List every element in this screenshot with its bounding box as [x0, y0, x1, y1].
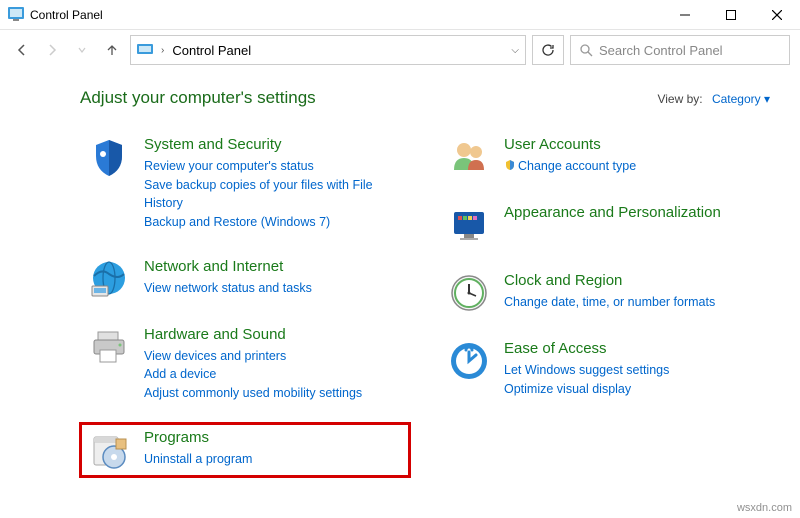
page-header: Adjust your computer's settings View by:…	[80, 88, 770, 108]
category-title[interactable]: Appearance and Personalization	[504, 204, 721, 223]
category-title[interactable]: Clock and Region	[504, 272, 715, 291]
close-button[interactable]	[754, 0, 800, 30]
category-item: Appearance and Personalization	[440, 198, 770, 252]
category-link[interactable]: View network status and tasks	[144, 279, 312, 298]
programs-icon	[88, 429, 130, 471]
chevron-down-icon[interactable]: ⌵	[511, 45, 519, 56]
appearance-icon	[448, 204, 490, 246]
maximize-button[interactable]	[708, 0, 754, 30]
clock-icon	[448, 272, 490, 314]
control-panel-small-icon	[137, 42, 153, 58]
category-link[interactable]: View devices and printers	[144, 347, 362, 366]
category-text: Appearance and Personalization	[504, 204, 721, 246]
category-title[interactable]: Ease of Access	[504, 340, 669, 359]
category-title[interactable]: Hardware and Sound	[144, 326, 362, 345]
category-text: Network and Internet View network status …	[144, 258, 312, 300]
category-link[interactable]: Review your computer's status	[144, 157, 402, 176]
toolbar: › Control Panel ⌵ Search Control Panel	[0, 30, 800, 70]
printer-icon	[88, 326, 130, 368]
category-item: Ease of Access Let Windows suggest settin…	[440, 334, 770, 404]
viewby-value[interactable]: Category ▾	[712, 92, 770, 106]
minimize-button[interactable]	[662, 0, 708, 30]
search-input[interactable]: Search Control Panel	[570, 35, 790, 65]
refresh-button[interactable]	[532, 35, 564, 65]
chevron-right-icon[interactable]: ›	[159, 45, 166, 56]
category-text: Clock and Region Change date, time, or nu…	[504, 272, 715, 314]
shield-icon	[88, 136, 130, 178]
category-text: User Accounts Change account type	[504, 136, 636, 178]
category-link[interactable]: Backup and Restore (Windows 7)	[144, 213, 402, 232]
window-controls	[662, 0, 800, 30]
category-link[interactable]: Let Windows suggest settings	[504, 361, 669, 380]
category-title[interactable]: User Accounts	[504, 136, 636, 155]
category-link[interactable]: Optimize visual display	[504, 380, 669, 399]
left-column: System and Security Review your computer'…	[80, 130, 410, 491]
page-title: Adjust your computer's settings	[80, 88, 316, 108]
category-item: Network and Internet View network status …	[80, 252, 410, 306]
category-text: System and Security Review your computer'…	[144, 136, 402, 232]
category-item: Clock and Region Change date, time, or nu…	[440, 266, 770, 320]
category-title[interactable]: Network and Internet	[144, 258, 312, 277]
titlebar: Control Panel	[0, 0, 800, 30]
view-by-control[interactable]: View by: Category ▾	[657, 92, 770, 106]
search-placeholder: Search Control Panel	[599, 43, 723, 58]
category-title[interactable]: Programs	[144, 429, 252, 448]
category-link[interactable]: Adjust commonly used mobility settings	[144, 384, 362, 403]
search-icon	[579, 43, 593, 57]
breadcrumb[interactable]: Control Panel	[172, 43, 251, 58]
window-title: Control Panel	[30, 8, 103, 22]
up-button[interactable]	[100, 38, 124, 62]
category-link[interactable]: Add a device	[144, 365, 362, 384]
category-text: Ease of Access Let Windows suggest settin…	[504, 340, 669, 398]
category-link[interactable]: Save backup copies of your files with Fi…	[144, 176, 402, 214]
recent-dropdown[interactable]	[70, 38, 94, 62]
category-text: Programs Uninstall a program	[144, 429, 252, 471]
category-title[interactable]: System and Security	[144, 136, 402, 155]
address-bar[interactable]: › Control Panel ⌵	[130, 35, 526, 65]
category-item: Programs Uninstall a program	[80, 423, 410, 477]
watermark: wsxdn.com	[737, 502, 792, 514]
category-item: Hardware and Sound View devices and print…	[80, 320, 410, 409]
content-area: Adjust your computer's settings View by:…	[0, 70, 800, 511]
globe-icon	[88, 258, 130, 300]
category-item: System and Security Review your computer'…	[80, 130, 410, 238]
back-button[interactable]	[10, 38, 34, 62]
users-icon	[448, 136, 490, 178]
category-link[interactable]: Change date, time, or number formats	[504, 293, 715, 312]
control-panel-icon	[8, 7, 24, 23]
category-link[interactable]: Uninstall a program	[144, 450, 252, 469]
viewby-label: View by:	[657, 92, 702, 106]
right-column: User Accounts Change account type Appearan…	[440, 130, 770, 491]
category-link[interactable]: Change account type	[504, 157, 636, 176]
ease-icon	[448, 340, 490, 382]
forward-button[interactable]	[40, 38, 64, 62]
category-columns: System and Security Review your computer'…	[80, 130, 770, 491]
category-item: User Accounts Change account type	[440, 130, 770, 184]
category-text: Hardware and Sound View devices and print…	[144, 326, 362, 403]
